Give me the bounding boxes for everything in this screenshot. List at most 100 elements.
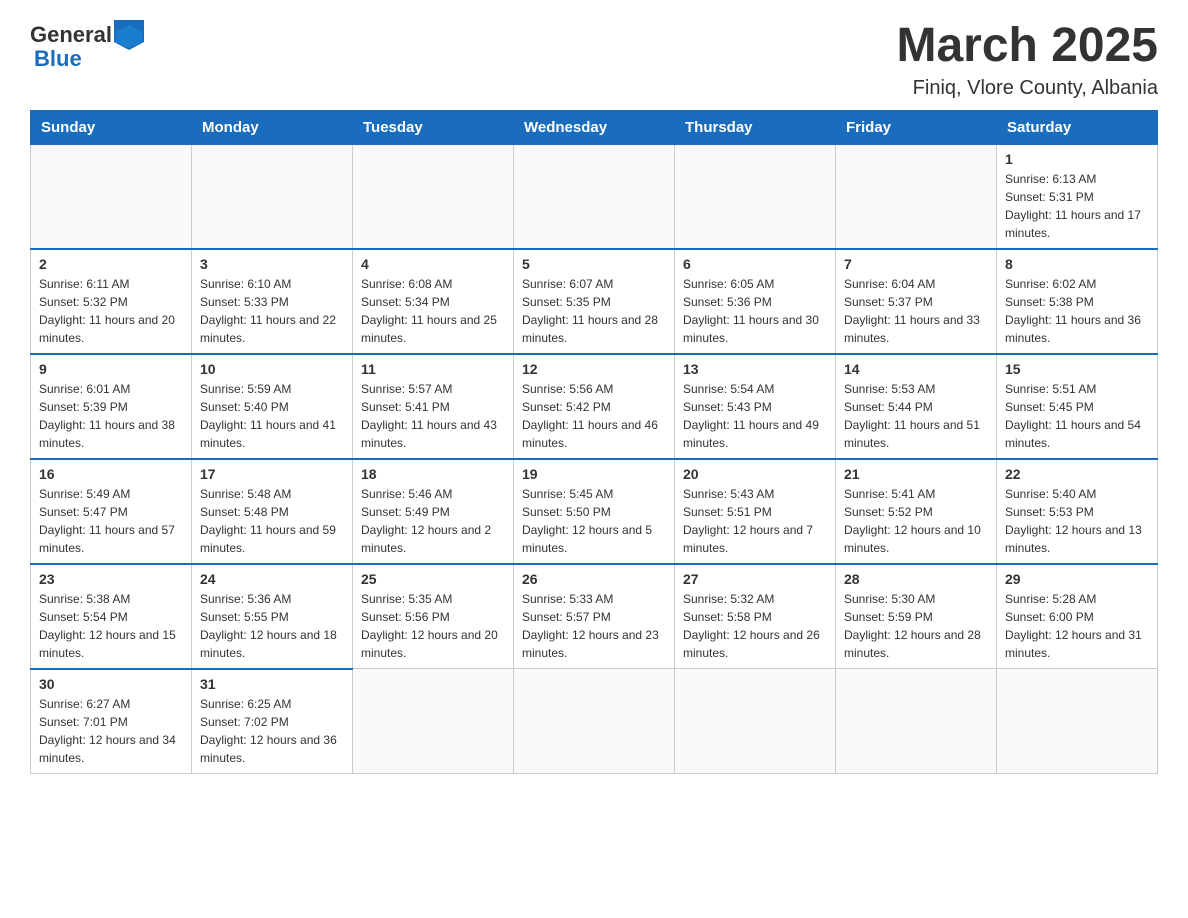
day-info: Sunrise: 5:48 AMSunset: 5:48 PMDaylight:…: [200, 485, 344, 557]
day-number: 29: [1005, 571, 1149, 587]
calendar-cell: 17 Sunrise: 5:48 AMSunset: 5:48 PMDayligh…: [192, 459, 353, 564]
calendar-body: 1Sunrise: 6:13 AMSunset: 5:31 PMDaylight…: [31, 144, 1158, 773]
day-number: 14: [844, 361, 988, 377]
calendar-cell: 30 Sunrise: 6:27 AMSunset: 7:01 PMDayligh…: [31, 669, 192, 774]
day-number: 24: [200, 571, 344, 587]
day-info: Sunrise: 5:54 AMSunset: 5:43 PMDaylight:…: [683, 380, 827, 452]
day-info: Sunrise: 5:57 AMSunset: 5:41 PMDaylight:…: [361, 380, 505, 452]
day-number: 31: [200, 676, 344, 692]
weekday-header-wednesday: Wednesday: [514, 110, 675, 144]
day-info: Sunrise: 6:07 AMSunset: 5:35 PMDaylight:…: [522, 275, 666, 347]
calendar-table: SundayMondayTuesdayWednesdayThursdayFrid…: [30, 110, 1158, 774]
day-number: 8: [1005, 256, 1149, 272]
calendar-cell: 8Sunrise: 6:02 AMSunset: 5:38 PMDaylight…: [997, 249, 1158, 354]
calendar-cell: 31 Sunrise: 6:25 AMSunset: 7:02 PMDayligh…: [192, 669, 353, 774]
calendar-cell: [836, 144, 997, 249]
day-info: Sunrise: 6:13 AMSunset: 5:31 PMDaylight:…: [1005, 170, 1149, 242]
day-info: Sunrise: 5:51 AMSunset: 5:45 PMDaylight:…: [1005, 380, 1149, 452]
calendar-cell: 28Sunrise: 5:30 AMSunset: 5:59 PMDayligh…: [836, 564, 997, 669]
calendar-week-row: 9 Sunrise: 6:01 AMSunset: 5:39 PMDaylight…: [31, 354, 1158, 459]
day-number: 12: [522, 361, 666, 377]
day-number: 15: [1005, 361, 1149, 377]
day-number: 21: [844, 466, 988, 482]
day-info: Sunrise: 5:38 AMSunset: 5:54 PMDaylight:…: [39, 590, 183, 662]
calendar-cell: 25Sunrise: 5:35 AMSunset: 5:56 PMDayligh…: [353, 564, 514, 669]
weekday-header-tuesday: Tuesday: [353, 110, 514, 144]
day-info: Sunrise: 5:41 AMSunset: 5:52 PMDaylight:…: [844, 485, 988, 557]
day-number: 16: [39, 466, 183, 482]
day-info: Sunrise: 5:45 AMSunset: 5:50 PMDaylight:…: [522, 485, 666, 557]
calendar-cell: [514, 144, 675, 249]
calendar-week-row: 23 Sunrise: 5:38 AMSunset: 5:54 PMDayligh…: [31, 564, 1158, 669]
calendar-week-row: 1Sunrise: 6:13 AMSunset: 5:31 PMDaylight…: [31, 144, 1158, 249]
day-number: 11: [361, 361, 505, 377]
calendar-cell: [31, 144, 192, 249]
page-header: General Blue March 2025 Finiq, Vlore Cou…: [30, 20, 1158, 100]
calendar-cell: [514, 669, 675, 774]
weekday-header-thursday: Thursday: [675, 110, 836, 144]
day-info: Sunrise: 5:59 AMSunset: 5:40 PMDaylight:…: [200, 380, 344, 452]
calendar-cell: 13 Sunrise: 5:54 AMSunset: 5:43 PMDayligh…: [675, 354, 836, 459]
day-number: 7: [844, 256, 988, 272]
calendar-cell: 10Sunrise: 5:59 AMSunset: 5:40 PMDayligh…: [192, 354, 353, 459]
main-title: March 2025: [897, 20, 1159, 73]
calendar-cell: 7 Sunrise: 6:04 AMSunset: 5:37 PMDaylight…: [836, 249, 997, 354]
calendar-cell: 29 Sunrise: 5:28 AMSunset: 6:00 PMDayligh…: [997, 564, 1158, 669]
weekday-header-saturday: Saturday: [997, 110, 1158, 144]
day-number: 23: [39, 571, 183, 587]
calendar-cell: 2 Sunrise: 6:11 AMSunset: 5:32 PMDaylight…: [31, 249, 192, 354]
day-info: Sunrise: 5:49 AMSunset: 5:47 PMDaylight:…: [39, 485, 183, 557]
day-info: Sunrise: 5:28 AMSunset: 6:00 PMDaylight:…: [1005, 590, 1149, 662]
day-info: Sunrise: 6:11 AMSunset: 5:32 PMDaylight:…: [39, 275, 183, 347]
day-number: 2: [39, 256, 183, 272]
logo-general-text: General: [30, 22, 112, 48]
day-info: Sunrise: 5:33 AMSunset: 5:57 PMDaylight:…: [522, 590, 666, 662]
day-number: 5: [522, 256, 666, 272]
logo-blue-text: Blue: [34, 46, 82, 72]
calendar-cell: [353, 669, 514, 774]
weekday-header-friday: Friday: [836, 110, 997, 144]
day-info: Sunrise: 6:25 AMSunset: 7:02 PMDaylight:…: [200, 695, 344, 767]
calendar-cell: [353, 144, 514, 249]
calendar-cell: 9 Sunrise: 6:01 AMSunset: 5:39 PMDaylight…: [31, 354, 192, 459]
day-number: 20: [683, 466, 827, 482]
day-info: Sunrise: 5:46 AMSunset: 5:49 PMDaylight:…: [361, 485, 505, 557]
calendar-week-row: 30 Sunrise: 6:27 AMSunset: 7:01 PMDayligh…: [31, 669, 1158, 774]
day-info: Sunrise: 6:01 AMSunset: 5:39 PMDaylight:…: [39, 380, 183, 452]
day-number: 25: [361, 571, 505, 587]
calendar-cell: [192, 144, 353, 249]
day-info: Sunrise: 5:36 AMSunset: 5:55 PMDaylight:…: [200, 590, 344, 662]
calendar-cell: 23 Sunrise: 5:38 AMSunset: 5:54 PMDayligh…: [31, 564, 192, 669]
day-number: 9: [39, 361, 183, 377]
calendar-cell: [997, 669, 1158, 774]
calendar-cell: 15 Sunrise: 5:51 AMSunset: 5:45 PMDayligh…: [997, 354, 1158, 459]
day-info: Sunrise: 6:27 AMSunset: 7:01 PMDaylight:…: [39, 695, 183, 767]
day-number: 22: [1005, 466, 1149, 482]
day-number: 4: [361, 256, 505, 272]
day-info: Sunrise: 5:40 AMSunset: 5:53 PMDaylight:…: [1005, 485, 1149, 557]
calendar-cell: 4 Sunrise: 6:08 AMSunset: 5:34 PMDaylight…: [353, 249, 514, 354]
calendar-cell: [675, 669, 836, 774]
day-info: Sunrise: 5:53 AMSunset: 5:44 PMDaylight:…: [844, 380, 988, 452]
calendar-cell: 16 Sunrise: 5:49 AMSunset: 5:47 PMDayligh…: [31, 459, 192, 564]
logo: General Blue: [30, 20, 144, 72]
day-number: 18: [361, 466, 505, 482]
day-info: Sunrise: 6:04 AMSunset: 5:37 PMDaylight:…: [844, 275, 988, 347]
day-number: 27: [683, 571, 827, 587]
day-number: 30: [39, 676, 183, 692]
day-number: 13: [683, 361, 827, 377]
day-number: 3: [200, 256, 344, 272]
day-number: 19: [522, 466, 666, 482]
calendar-cell: 5 Sunrise: 6:07 AMSunset: 5:35 PMDaylight…: [514, 249, 675, 354]
weekday-header-monday: Monday: [192, 110, 353, 144]
calendar-cell: [836, 669, 997, 774]
calendar-cell: 24 Sunrise: 5:36 AMSunset: 5:55 PMDayligh…: [192, 564, 353, 669]
day-number: 17: [200, 466, 344, 482]
logo-icon: [114, 20, 144, 50]
day-info: Sunrise: 5:43 AMSunset: 5:51 PMDaylight:…: [683, 485, 827, 557]
day-info: Sunrise: 6:10 AMSunset: 5:33 PMDaylight:…: [200, 275, 344, 347]
calendar-cell: 3 Sunrise: 6:10 AMSunset: 5:33 PMDaylight…: [192, 249, 353, 354]
calendar-cell: 6Sunrise: 6:05 AMSunset: 5:36 PMDaylight…: [675, 249, 836, 354]
calendar-cell: 20 Sunrise: 5:43 AMSunset: 5:51 PMDayligh…: [675, 459, 836, 564]
day-info: Sunrise: 6:08 AMSunset: 5:34 PMDaylight:…: [361, 275, 505, 347]
